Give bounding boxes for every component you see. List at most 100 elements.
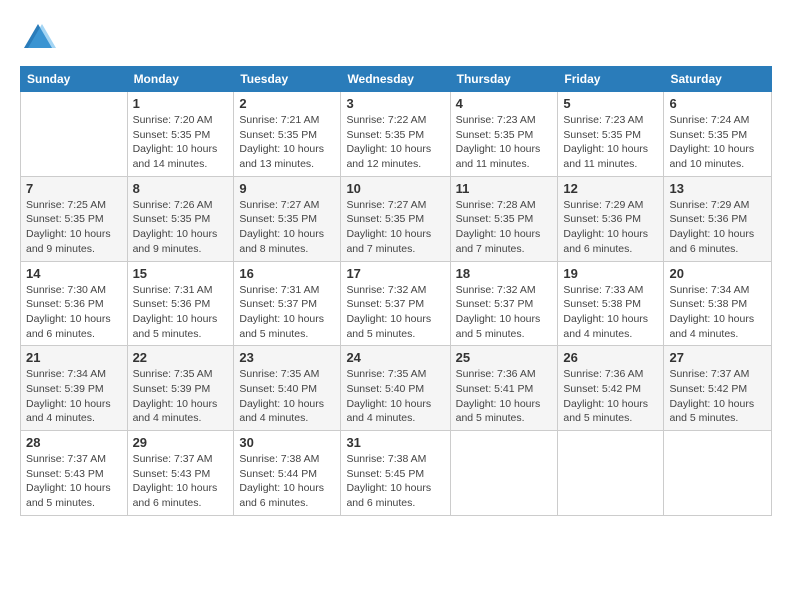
day-number: 13	[669, 181, 766, 196]
day-number: 5	[563, 96, 658, 111]
day-cell: 4 Sunrise: 7:23 AMSunset: 5:35 PMDaylight…	[450, 92, 558, 177]
day-info: Sunrise: 7:37 AMSunset: 5:43 PMDaylight:…	[133, 452, 229, 511]
day-cell: 8 Sunrise: 7:26 AMSunset: 5:35 PMDaylight…	[127, 176, 234, 261]
day-info: Sunrise: 7:24 AMSunset: 5:35 PMDaylight:…	[669, 113, 766, 172]
calendar-table: SundayMondayTuesdayWednesdayThursdayFrid…	[20, 66, 772, 516]
day-info: Sunrise: 7:20 AMSunset: 5:35 PMDaylight:…	[133, 113, 229, 172]
day-number: 31	[346, 435, 444, 450]
header-wednesday: Wednesday	[341, 67, 450, 92]
day-cell	[450, 431, 558, 516]
week-row-3: 14 Sunrise: 7:30 AMSunset: 5:36 PMDayligh…	[21, 261, 772, 346]
day-cell: 7 Sunrise: 7:25 AMSunset: 5:35 PMDaylight…	[21, 176, 128, 261]
day-cell: 25 Sunrise: 7:36 AMSunset: 5:41 PMDayligh…	[450, 346, 558, 431]
header-monday: Monday	[127, 67, 234, 92]
calendar-header-row: SundayMondayTuesdayWednesdayThursdayFrid…	[21, 67, 772, 92]
day-cell: 6 Sunrise: 7:24 AMSunset: 5:35 PMDaylight…	[664, 92, 772, 177]
day-info: Sunrise: 7:23 AMSunset: 5:35 PMDaylight:…	[456, 113, 553, 172]
day-info: Sunrise: 7:33 AMSunset: 5:38 PMDaylight:…	[563, 283, 658, 342]
day-number: 30	[239, 435, 335, 450]
day-info: Sunrise: 7:31 AMSunset: 5:37 PMDaylight:…	[239, 283, 335, 342]
page-header	[20, 20, 772, 56]
day-number: 7	[26, 181, 122, 196]
week-row-5: 28 Sunrise: 7:37 AMSunset: 5:43 PMDayligh…	[21, 431, 772, 516]
day-info: Sunrise: 7:35 AMSunset: 5:39 PMDaylight:…	[133, 367, 229, 426]
day-number: 28	[26, 435, 122, 450]
day-info: Sunrise: 7:27 AMSunset: 5:35 PMDaylight:…	[239, 198, 335, 257]
day-cell: 9 Sunrise: 7:27 AMSunset: 5:35 PMDaylight…	[234, 176, 341, 261]
day-info: Sunrise: 7:23 AMSunset: 5:35 PMDaylight:…	[563, 113, 658, 172]
day-info: Sunrise: 7:36 AMSunset: 5:41 PMDaylight:…	[456, 367, 553, 426]
day-info: Sunrise: 7:22 AMSunset: 5:35 PMDaylight:…	[346, 113, 444, 172]
day-number: 19	[563, 266, 658, 281]
day-info: Sunrise: 7:36 AMSunset: 5:42 PMDaylight:…	[563, 367, 658, 426]
day-cell: 21 Sunrise: 7:34 AMSunset: 5:39 PMDayligh…	[21, 346, 128, 431]
day-cell: 5 Sunrise: 7:23 AMSunset: 5:35 PMDaylight…	[558, 92, 664, 177]
day-number: 24	[346, 350, 444, 365]
day-number: 15	[133, 266, 229, 281]
day-number: 18	[456, 266, 553, 281]
day-cell: 12Sunrise: 7:29 AMSunset: 5:36 PMDayligh…	[558, 176, 664, 261]
day-number: 29	[133, 435, 229, 450]
day-cell	[21, 92, 128, 177]
week-row-4: 21 Sunrise: 7:34 AMSunset: 5:39 PMDayligh…	[21, 346, 772, 431]
day-number: 22	[133, 350, 229, 365]
day-number: 20	[669, 266, 766, 281]
day-info: Sunrise: 7:27 AMSunset: 5:35 PMDaylight:…	[346, 198, 444, 257]
day-cell: 11 Sunrise: 7:28 AMSunset: 5:35 PMDayligh…	[450, 176, 558, 261]
day-number: 10	[346, 181, 444, 196]
day-number: 12	[563, 181, 658, 196]
day-cell: 13Sunrise: 7:29 AMSunset: 5:36 PMDayligh…	[664, 176, 772, 261]
day-info: Sunrise: 7:38 AMSunset: 5:44 PMDaylight:…	[239, 452, 335, 511]
day-cell	[558, 431, 664, 516]
day-info: Sunrise: 7:32 AMSunset: 5:37 PMDaylight:…	[346, 283, 444, 342]
day-number: 8	[133, 181, 229, 196]
day-info: Sunrise: 7:38 AMSunset: 5:45 PMDaylight:…	[346, 452, 444, 511]
header-saturday: Saturday	[664, 67, 772, 92]
day-number: 4	[456, 96, 553, 111]
day-info: Sunrise: 7:37 AMSunset: 5:43 PMDaylight:…	[26, 452, 122, 511]
day-cell: 23 Sunrise: 7:35 AMSunset: 5:40 PMDayligh…	[234, 346, 341, 431]
day-cell: 31 Sunrise: 7:38 AMSunset: 5:45 PMDayligh…	[341, 431, 450, 516]
day-number: 2	[239, 96, 335, 111]
day-number: 21	[26, 350, 122, 365]
day-number: 9	[239, 181, 335, 196]
day-number: 14	[26, 266, 122, 281]
day-number: 3	[346, 96, 444, 111]
day-cell: 3 Sunrise: 7:22 AMSunset: 5:35 PMDaylight…	[341, 92, 450, 177]
day-cell	[664, 431, 772, 516]
day-info: Sunrise: 7:28 AMSunset: 5:35 PMDaylight:…	[456, 198, 553, 257]
week-row-2: 7 Sunrise: 7:25 AMSunset: 5:35 PMDaylight…	[21, 176, 772, 261]
header-sunday: Sunday	[21, 67, 128, 92]
day-info: Sunrise: 7:34 AMSunset: 5:38 PMDaylight:…	[669, 283, 766, 342]
day-cell: 26Sunrise: 7:36 AMSunset: 5:42 PMDayligh…	[558, 346, 664, 431]
day-cell: 27 Sunrise: 7:37 AMSunset: 5:42 PMDayligh…	[664, 346, 772, 431]
day-info: Sunrise: 7:25 AMSunset: 5:35 PMDaylight:…	[26, 198, 122, 257]
day-info: Sunrise: 7:26 AMSunset: 5:35 PMDaylight:…	[133, 198, 229, 257]
day-cell: 28 Sunrise: 7:37 AMSunset: 5:43 PMDayligh…	[21, 431, 128, 516]
day-cell: 22 Sunrise: 7:35 AMSunset: 5:39 PMDayligh…	[127, 346, 234, 431]
day-cell: 29 Sunrise: 7:37 AMSunset: 5:43 PMDayligh…	[127, 431, 234, 516]
day-cell: 30 Sunrise: 7:38 AMSunset: 5:44 PMDayligh…	[234, 431, 341, 516]
day-cell: 19 Sunrise: 7:33 AMSunset: 5:38 PMDayligh…	[558, 261, 664, 346]
day-cell: 1Sunrise: 7:20 AMSunset: 5:35 PMDaylight…	[127, 92, 234, 177]
day-number: 11	[456, 181, 553, 196]
header-tuesday: Tuesday	[234, 67, 341, 92]
day-number: 27	[669, 350, 766, 365]
day-cell: 24Sunrise: 7:35 AMSunset: 5:40 PMDayligh…	[341, 346, 450, 431]
day-number: 25	[456, 350, 553, 365]
day-cell: 10 Sunrise: 7:27 AMSunset: 5:35 PMDayligh…	[341, 176, 450, 261]
day-info: Sunrise: 7:37 AMSunset: 5:42 PMDaylight:…	[669, 367, 766, 426]
logo	[20, 20, 60, 56]
day-number: 23	[239, 350, 335, 365]
day-info: Sunrise: 7:30 AMSunset: 5:36 PMDaylight:…	[26, 283, 122, 342]
header-friday: Friday	[558, 67, 664, 92]
day-cell: 17 Sunrise: 7:32 AMSunset: 5:37 PMDayligh…	[341, 261, 450, 346]
day-info: Sunrise: 7:31 AMSunset: 5:36 PMDaylight:…	[133, 283, 229, 342]
day-info: Sunrise: 7:32 AMSunset: 5:37 PMDaylight:…	[456, 283, 553, 342]
day-number: 6	[669, 96, 766, 111]
day-number: 17	[346, 266, 444, 281]
day-info: Sunrise: 7:35 AMSunset: 5:40 PMDaylight:…	[239, 367, 335, 426]
day-info: Sunrise: 7:34 AMSunset: 5:39 PMDaylight:…	[26, 367, 122, 426]
header-thursday: Thursday	[450, 67, 558, 92]
day-cell: 15 Sunrise: 7:31 AMSunset: 5:36 PMDayligh…	[127, 261, 234, 346]
